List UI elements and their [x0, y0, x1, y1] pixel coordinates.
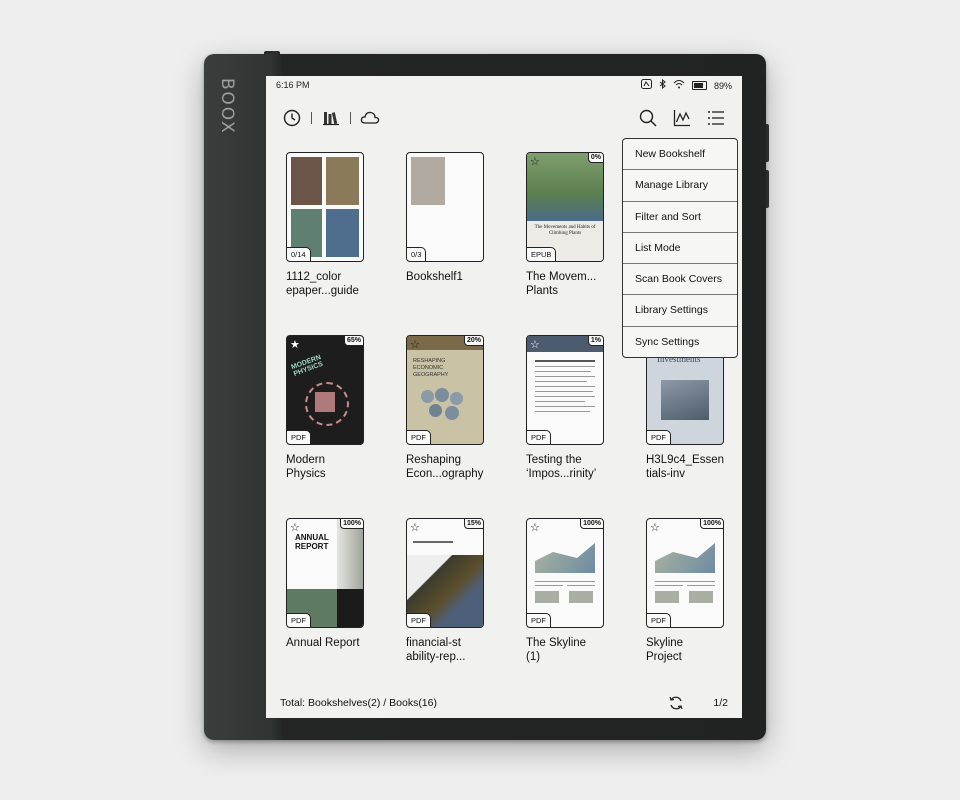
cover-title: RESHAPING ECONOMIC GEOGRAPHY: [413, 358, 449, 378]
progress-badge: 20%: [463, 336, 483, 346]
book-badge: PDF: [407, 430, 431, 444]
book-cover[interactable]: ☆ 15% PDF: [406, 518, 484, 628]
book-title: The Skyline (1): [526, 637, 587, 663]
book-title: H3L9c4_Essen tials-inv: [646, 454, 724, 480]
power-button[interactable]: [264, 51, 280, 54]
library-menu: New Bookshelf Manage Library Filter and …: [622, 138, 738, 359]
library-footer: Total: Bookshelves(2) / Books(16) 1/2: [280, 690, 728, 718]
menu-list-icon[interactable]: [706, 108, 726, 128]
page-indicator[interactable]: 1/2: [713, 697, 728, 709]
book-title: Modern Physics: [286, 454, 326, 480]
star-icon[interactable]: ☆: [530, 338, 540, 351]
cover-art: RESHAPING ECONOMIC GEOGRAPHY: [407, 336, 483, 444]
menu-item-scan-covers[interactable]: Scan Book Covers: [623, 264, 737, 296]
book-cover[interactable]: 0/14: [286, 152, 364, 262]
star-icon[interactable]: ☆: [410, 338, 420, 351]
book-badge: PDF: [527, 613, 551, 627]
ereader-device: BOOX 6:16 PM 89% 0/14 1112_color epaper.…: [204, 51, 769, 740]
clock-icon[interactable]: [282, 108, 302, 128]
cover-title: ANNUAL REPORT: [295, 533, 329, 551]
stats-icon[interactable]: [672, 108, 692, 128]
tab-divider: [350, 112, 351, 124]
cover-art: [291, 157, 359, 257]
book-cover[interactable]: ANNUAL REPORT ☆ 100% PDF: [286, 518, 364, 628]
star-icon[interactable]: ★: [290, 338, 300, 351]
book-badge: PDF: [647, 613, 671, 627]
star-icon[interactable]: ☆: [290, 521, 300, 534]
book-title: Reshaping Econ...ography: [406, 454, 484, 480]
cover-art: [527, 336, 603, 444]
cover-art: [647, 519, 723, 627]
battery-level: 89%: [713, 80, 732, 91]
book-title: Testing the ‘Impos...rinity’: [526, 454, 597, 480]
cover-art: ANNUAL REPORT: [287, 519, 363, 627]
cover-title: The Movements and Habits of Climbing Pla…: [534, 225, 596, 236]
book-title: The Movem... Plants: [526, 271, 597, 297]
book-title: 1112_color epaper...guide: [286, 271, 359, 297]
progress-badge: 1%: [587, 336, 603, 346]
library-tabs: [282, 108, 380, 128]
progress-badge: 15%: [463, 519, 483, 529]
book-badge: PDF: [287, 430, 311, 444]
book-cover[interactable]: RESHAPING ECONOMIC GEOGRAPHY ☆ 20% PDF: [406, 335, 484, 445]
book-badge: PDF: [647, 430, 671, 444]
book-cover[interactable]: ☆ 100% PDF: [646, 518, 724, 628]
book-cover[interactable]: The Movements and Habits of Climbing Pla…: [526, 152, 604, 262]
screen: 6:16 PM 89% 0/14 1112_color epaper...gui…: [266, 76, 742, 718]
status-time: 6:16 PM: [276, 80, 310, 90]
book-badge: 0/3: [407, 247, 427, 261]
menu-item-list-mode[interactable]: List Mode: [623, 233, 737, 265]
star-icon[interactable]: ☆: [410, 521, 420, 534]
progress-badge: 65%: [343, 336, 363, 346]
progress-badge: 100%: [580, 519, 603, 529]
book-title: financial-st ability-rep...: [406, 637, 466, 663]
refresh-icon[interactable]: [668, 695, 684, 711]
battery-icon: [691, 81, 707, 90]
book-title: Bookshelf1: [406, 271, 463, 283]
cover-art: [407, 519, 483, 627]
book-title: Annual Report: [286, 637, 360, 649]
star-icon[interactable]: ☆: [530, 521, 540, 534]
cover-art: The Movements and Habits of Climbing Pla…: [527, 153, 603, 261]
toolbar-actions: [638, 108, 726, 128]
book-cover[interactable]: ☆ 1% PDF: [526, 335, 604, 445]
progress-badge: 100%: [340, 519, 363, 529]
brand-logo: BOOX: [217, 78, 237, 135]
book-cover[interactable]: MODERN PHYSICS ★ 65% PDF: [286, 335, 364, 445]
menu-item-filter-sort[interactable]: Filter and Sort: [623, 202, 737, 233]
bluetooth-icon: [659, 78, 666, 92]
star-icon[interactable]: ☆: [530, 155, 540, 168]
book-title: Skyline Project: [646, 637, 684, 663]
book-cover[interactable]: ☆ 100% PDF: [526, 518, 604, 628]
book-badge: EPUB: [527, 247, 557, 261]
cover-art: MODERN PHYSICS: [287, 336, 363, 444]
menu-item-library-settings[interactable]: Library Settings: [623, 295, 737, 327]
menu-item-manage-library[interactable]: Manage Library: [623, 170, 737, 202]
page-button-down[interactable]: [766, 170, 769, 208]
book-badge: PDF: [287, 613, 311, 627]
tab-divider: [311, 112, 312, 124]
cover-art: [411, 157, 479, 257]
bookshelf-icon[interactable]: [321, 108, 341, 128]
progress-badge: 100%: [700, 519, 723, 529]
progress-badge: 0%: [587, 153, 603, 163]
menu-item-new-bookshelf[interactable]: New Bookshelf: [623, 139, 737, 171]
screen-mode-icon: [640, 79, 652, 92]
search-icon[interactable]: [638, 108, 658, 128]
cover-art: [527, 519, 603, 627]
page-button-up[interactable]: [766, 124, 769, 162]
star-icon[interactable]: ☆: [650, 521, 660, 534]
library-total: Total: Bookshelves(2) / Books(16): [280, 697, 437, 709]
wifi-icon: [673, 79, 685, 92]
book-badge: PDF: [407, 613, 431, 627]
menu-item-sync-settings[interactable]: Sync Settings: [623, 327, 737, 357]
book-badge: 0/14: [287, 247, 311, 261]
status-bar: 6:16 PM 89%: [266, 76, 742, 94]
book-cover[interactable]: 0/3: [406, 152, 484, 262]
cloud-icon[interactable]: [360, 108, 380, 128]
book-badge: PDF: [527, 430, 551, 444]
